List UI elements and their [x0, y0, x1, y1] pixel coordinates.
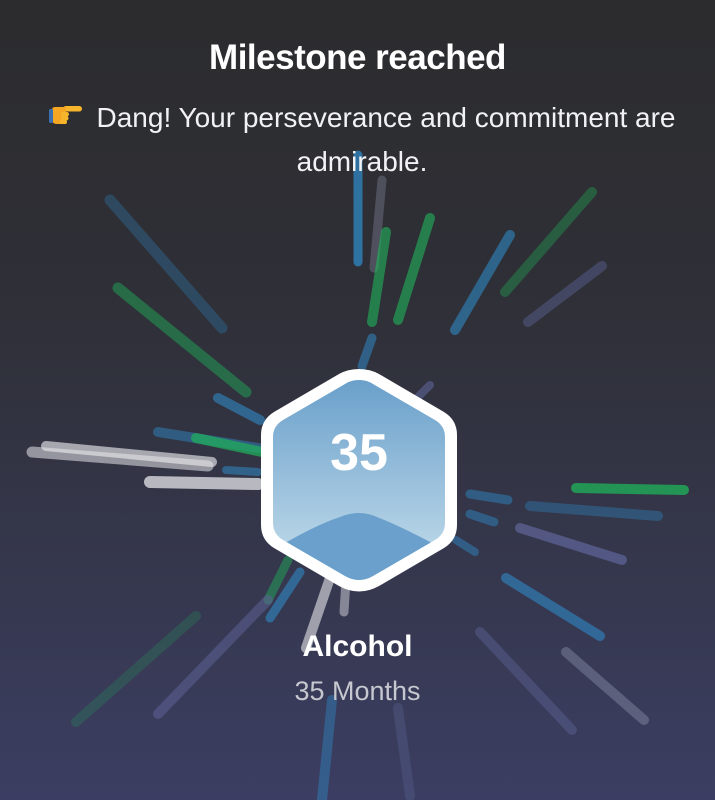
- badge-number: 35: [330, 424, 388, 482]
- burst-ray: [104, 194, 228, 334]
- burst-ray: [357, 333, 377, 371]
- milestone-message-block: Dang! Your perseverance and commitment a…: [22, 96, 702, 184]
- burst-ray: [112, 282, 252, 398]
- burst-ray: [393, 703, 415, 800]
- milestone-title: Milestone reached: [209, 38, 506, 77]
- burst-ray: [571, 483, 689, 495]
- burst-ray: [450, 230, 515, 335]
- burst-ray: [465, 489, 513, 505]
- burst-ray: [144, 476, 264, 490]
- pointing-hand-icon: [48, 96, 83, 140]
- milestone-badge: 35: [255, 365, 463, 595]
- habit-name: Alcohol: [302, 630, 413, 663]
- burst-ray: [500, 187, 597, 297]
- burst-ray: [465, 509, 499, 527]
- burst-ray: [523, 261, 607, 327]
- burst-ray: [515, 523, 627, 565]
- burst-ray: [222, 466, 262, 476]
- burst-ray: [191, 433, 267, 457]
- burst-ray: [393, 213, 435, 325]
- habit-duration: 35 Months: [294, 676, 421, 706]
- burst-ray: [317, 695, 337, 800]
- burst-ray: [501, 573, 605, 641]
- burst-ray: [525, 501, 663, 521]
- burst-ray: [213, 393, 265, 425]
- milestone-message: Dang! Your perseverance and commitment a…: [96, 102, 676, 177]
